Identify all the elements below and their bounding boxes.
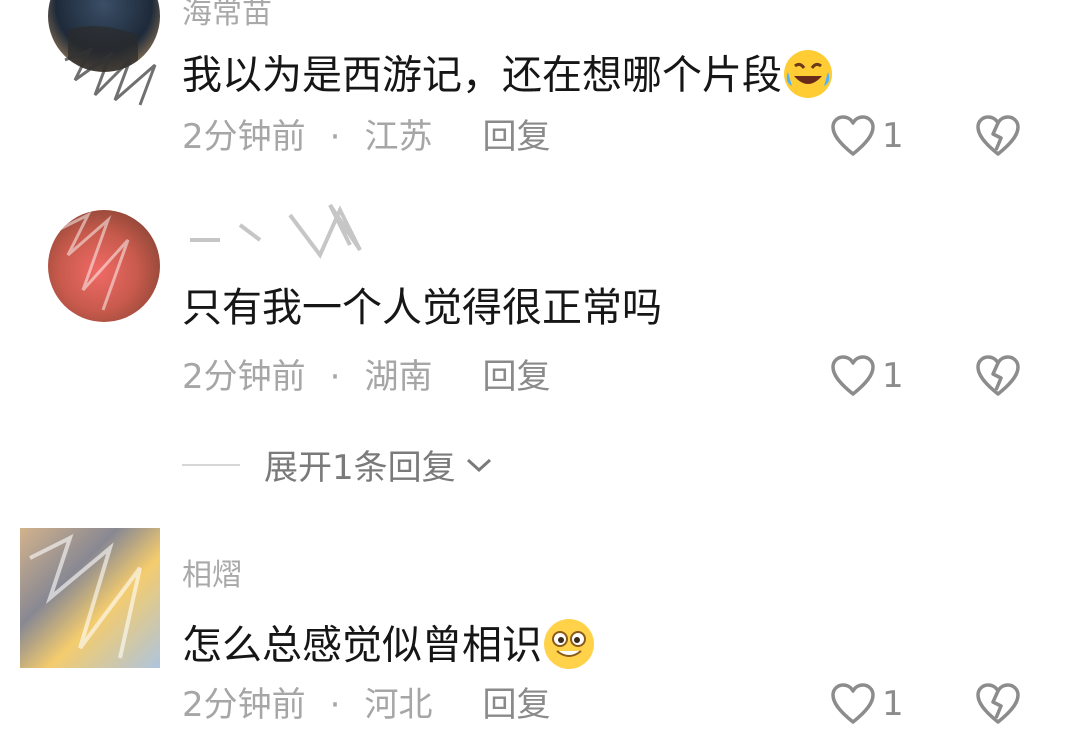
dislike-button[interactable]: [974, 354, 1022, 402]
avatar-image: [29, 534, 142, 659]
comment-meta: 2分钟前 · 江苏 回复: [182, 120, 550, 154]
broken-heart-icon: [976, 115, 1020, 156]
comment-meta: 2分钟前 · 湖南 回复: [182, 360, 550, 394]
username[interactable]: 海常苗: [182, 0, 272, 32]
comment-location: 江苏: [364, 117, 433, 157]
comment-text-content: 怎么总感觉似曾相识: [182, 622, 542, 669]
heart-icon: [831, 115, 875, 156]
dislike-button[interactable]: [974, 682, 1022, 730]
avatar[interactable]: [20, 528, 160, 668]
grinning-face-emoji: [542, 617, 596, 678]
comment-time: 2分钟前: [182, 357, 306, 397]
like-button[interactable]: 1: [830, 354, 904, 398]
comment-text: 怎么总感觉似曾相识: [182, 617, 596, 678]
comment-text: 只有我一个人觉得很正常吗: [182, 285, 662, 331]
meta-separator: ·: [329, 117, 341, 157]
like-count: 1: [882, 116, 904, 156]
comment-time: 2分钟前: [182, 685, 306, 725]
like-count: 1: [882, 356, 904, 396]
reply-button[interactable]: 回复: [482, 685, 550, 725]
like-button[interactable]: 1: [830, 114, 904, 158]
comment-text-content: 我以为是西游记，还在想哪个片段: [182, 52, 782, 99]
meta-separator: ·: [329, 685, 341, 725]
expand-replies-button[interactable]: 展开1条回复: [182, 440, 494, 489]
expand-replies-label: 展开1条回复: [264, 448, 456, 488]
heart-icon: [831, 683, 875, 724]
redaction-scribble: [190, 203, 362, 259]
avatar-image: [57, 211, 130, 311]
like-button[interactable]: 1: [830, 682, 904, 726]
laughing-tears-emoji: [782, 48, 834, 107]
like-count: 1: [882, 684, 904, 724]
redaction-scribble: [64, 47, 157, 106]
comment-location: 河北: [364, 685, 433, 725]
broken-heart-icon: [976, 355, 1020, 396]
reply-button[interactable]: 回复: [482, 117, 550, 157]
comment-meta: 2分钟前 · 河北 回复: [182, 688, 550, 722]
broken-heart-icon: [976, 683, 1020, 724]
username[interactable]: 相熠: [182, 550, 242, 594]
avatar[interactable]: [48, 210, 160, 322]
comment-location: 湖南: [364, 357, 433, 397]
meta-separator: ·: [329, 357, 341, 397]
heart-icon: [831, 355, 875, 396]
comment-time: 2分钟前: [182, 117, 306, 157]
chevron-down-icon: [466, 458, 491, 472]
divider-line: [182, 463, 240, 466]
dislike-button[interactable]: [974, 114, 1022, 162]
reply-button[interactable]: 回复: [482, 357, 550, 397]
comment-text: 我以为是西游记，还在想哪个片段: [182, 48, 834, 107]
